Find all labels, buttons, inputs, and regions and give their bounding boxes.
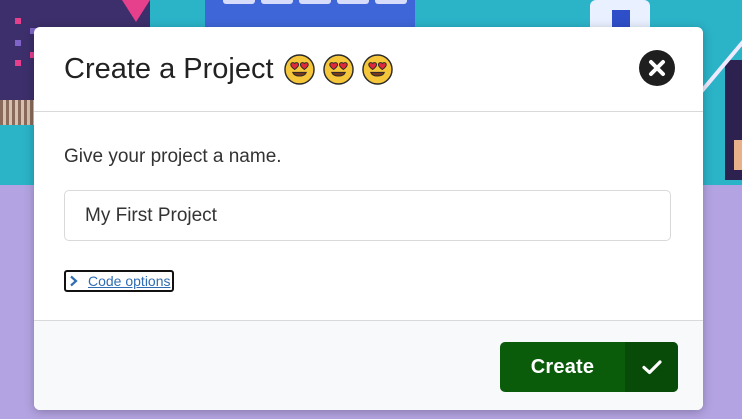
close-icon: [649, 60, 665, 76]
backdrop-right-hand: [734, 140, 742, 170]
backdrop-key: [337, 0, 369, 4]
backdrop-key: [261, 0, 293, 4]
dialog-body: Give your project a name. Code options: [34, 112, 703, 320]
project-name-input[interactable]: [64, 190, 671, 241]
backdrop-key: [299, 0, 331, 4]
project-name-prompt: Give your project a name.: [64, 146, 282, 167]
create-button[interactable]: Create: [500, 342, 678, 392]
dialog-footer: Create: [34, 320, 703, 410]
heart-eyes-emoji-icon: [283, 53, 315, 85]
heart-eyes-emoji-icon: [361, 53, 393, 85]
backdrop-key: [223, 0, 255, 4]
app-backdrop: Create a Project Give your project a nam…: [0, 0, 742, 419]
create-button-label: Create: [530, 355, 595, 378]
code-options-label: Code options: [88, 273, 171, 289]
backdrop-triangle: [122, 0, 150, 22]
dialog-title: Create a Project: [64, 50, 401, 88]
emoji-row: [283, 53, 401, 85]
backdrop-dot: [15, 40, 21, 46]
backdrop-key: [375, 0, 407, 4]
code-options-toggle[interactable]: Code options: [64, 270, 174, 292]
chevron-right-icon: [70, 275, 78, 287]
close-button[interactable]: [639, 50, 675, 86]
dialog-header: Create a Project: [34, 27, 703, 112]
create-check-area: [625, 342, 678, 392]
create-project-dialog: Create a Project Give your project a nam…: [34, 27, 703, 410]
backdrop-dot: [15, 60, 21, 66]
check-icon: [641, 360, 662, 375]
heart-eyes-emoji-icon: [322, 53, 354, 85]
backdrop-dot: [15, 18, 21, 24]
dialog-title-text: Create a Project: [64, 53, 274, 85]
